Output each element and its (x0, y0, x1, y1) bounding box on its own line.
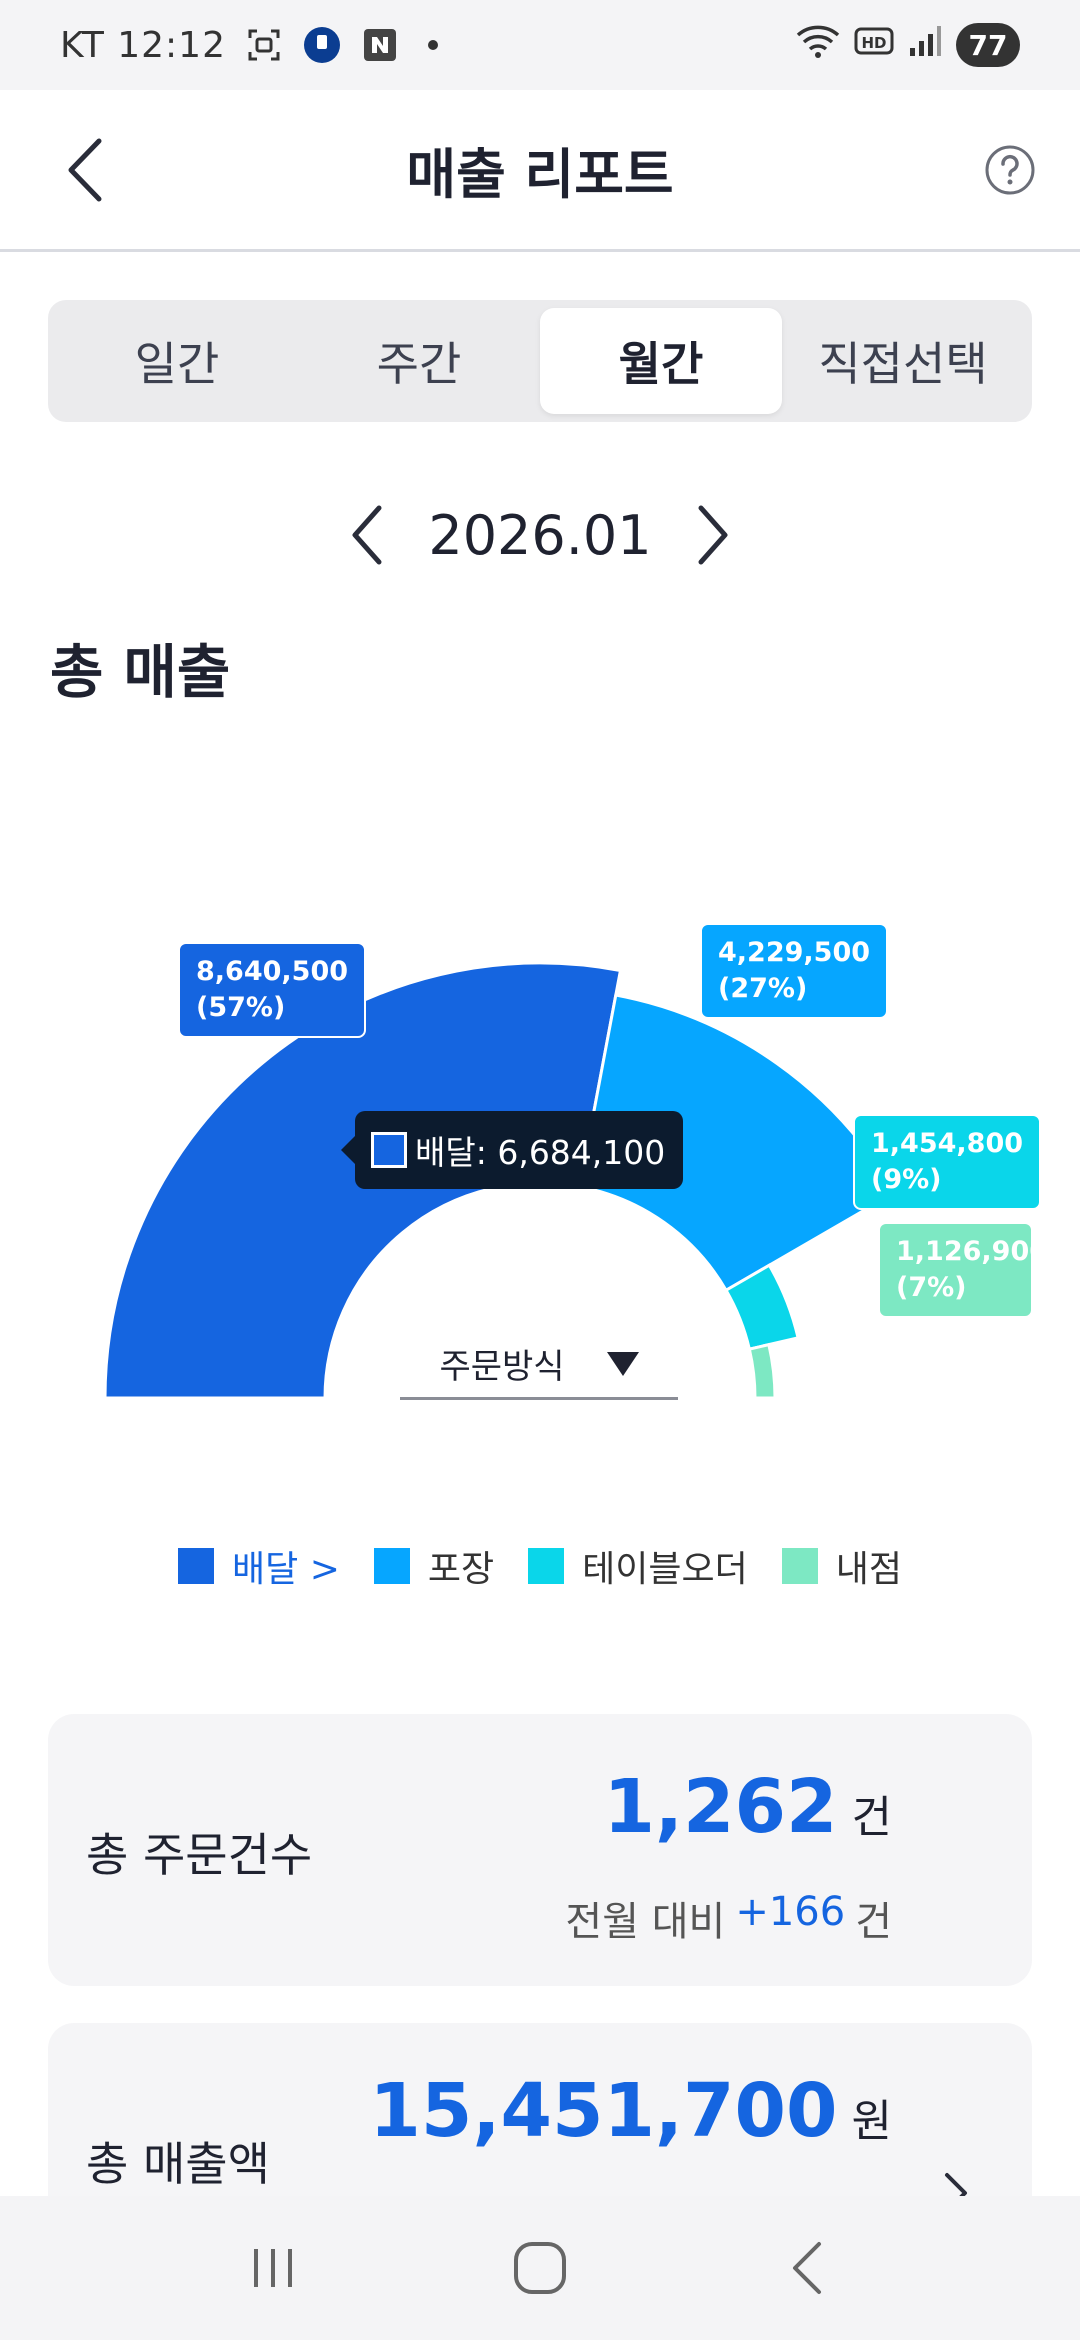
comparison-prefix: 전월 대비 (565, 1899, 726, 1945)
hd-icon: HD (854, 25, 894, 66)
prev-month-button[interactable] (342, 495, 392, 575)
order-type-dropdown[interactable]: 주문방식 (400, 1330, 678, 1400)
back-button[interactable] (50, 130, 120, 210)
legend-label: 내점 (835, 1549, 902, 1590)
legend-label: 포장 (427, 1549, 495, 1590)
total-orders-label: 총 주문건수 (86, 1828, 313, 1882)
legend-item-delivery[interactable]: 배달 > (178, 1540, 340, 1592)
tab-daily[interactable]: 일간 (56, 308, 298, 414)
legend-label: 배달 > (232, 1549, 340, 1590)
section-title: 총 매출 (50, 638, 231, 706)
status-bar: KT 12:12 HD 77 (0, 0, 1080, 90)
app-badge-icon (302, 25, 342, 65)
status-time: KT 12:12 (60, 24, 226, 66)
slice-label-delivery: 8,640,500 (57%) (178, 942, 367, 1038)
slice-label-table-order: 1,454,800 (9%) (853, 1114, 1042, 1210)
chart-tooltip: 배달: 6,684,100 (340, 1111, 684, 1189)
notification-dot (428, 40, 438, 50)
total-sales-value: 15,451,700 (369, 2068, 838, 2154)
help-icon (985, 145, 1035, 195)
recent-apps-icon (254, 2249, 293, 2287)
legend-item-dine-in[interactable]: 내점 (781, 1540, 902, 1592)
tab-custom-range[interactable]: 직접선택 (782, 308, 1024, 414)
tooltip-swatch (371, 1132, 407, 1168)
caret-down-icon (606, 1351, 639, 1376)
screenshot-icon (244, 25, 284, 65)
dropdown-label: 주문방식 (439, 1347, 565, 1387)
tooltip-text: 배달: 6,684,100 (415, 1133, 666, 1172)
system-nav-bar (0, 2196, 1080, 2340)
comparison-unit: 건 (855, 1899, 892, 1945)
total-orders-value: 1,262 (603, 1764, 838, 1850)
chevron-left-icon (352, 505, 382, 565)
naver-icon (360, 25, 400, 65)
total-sales-label: 총 매출액 (86, 2137, 270, 2191)
legend-swatch (178, 1548, 215, 1584)
next-month-button[interactable] (688, 495, 738, 575)
recent-apps-button[interactable] (218, 2213, 328, 2323)
slice-label-dine-in: 1,126,900 (7%) (878, 1222, 1033, 1318)
page-title: 매출 리포트 (406, 143, 674, 206)
app-header: 매출 리포트 (0, 90, 1080, 252)
legend-swatch (781, 1548, 818, 1584)
legend-item-table-order[interactable]: 테이블오더 (528, 1540, 748, 1592)
slice-dine-in[interactable] (747, 1342, 777, 1400)
help-button[interactable] (980, 140, 1040, 200)
date-navigator: 2026.01 (0, 490, 1080, 580)
home-icon (513, 2242, 566, 2294)
period-tabs: 일간 주간 월간 직접선택 (48, 300, 1032, 422)
back-nav-icon (792, 2242, 821, 2294)
comparison-delta: +166 (735, 1889, 846, 1935)
total-orders-unit: 건 (851, 1792, 892, 1843)
legend-swatch (373, 1548, 410, 1584)
current-period: 2026.01 (428, 503, 652, 567)
tab-monthly[interactable]: 월간 (540, 308, 782, 414)
wifi-icon (796, 23, 840, 68)
back-nav-button[interactable] (752, 2213, 862, 2323)
screen: KT 12:12 HD 77 매출 리포트 일간 주간 월간 직접선택 2026… (0, 0, 1080, 2340)
orders-comparison: 전월 대비 +166 건 (565, 1889, 892, 1947)
battery-indicator: 77 (956, 23, 1020, 67)
slice-label-takeout: 4,229,500 (27%) (700, 923, 889, 1019)
chart-legend: 배달 > 포장 테이블오더 내점 (0, 1540, 1080, 1592)
signal-icon (908, 24, 942, 67)
sales-chart: 8,640,500 (57%) 4,229,500 (27%) 1,454,800(… (0, 880, 1080, 1440)
total-orders-card: 총 주문건수 1,262 건 전월 대비 +166 건 (48, 1714, 1032, 1986)
legend-swatch (528, 1548, 565, 1584)
legend-item-takeout[interactable]: 포장 (373, 1540, 495, 1592)
total-sales-unit: 원 (851, 2096, 892, 2147)
legend-label: 테이블오더 (582, 1549, 748, 1590)
tab-weekly[interactable]: 주간 (298, 308, 540, 414)
svg-text:HD: HD (861, 34, 886, 52)
home-button[interactable] (485, 2213, 595, 2323)
chevron-right-icon (698, 505, 728, 565)
back-icon (68, 138, 102, 202)
